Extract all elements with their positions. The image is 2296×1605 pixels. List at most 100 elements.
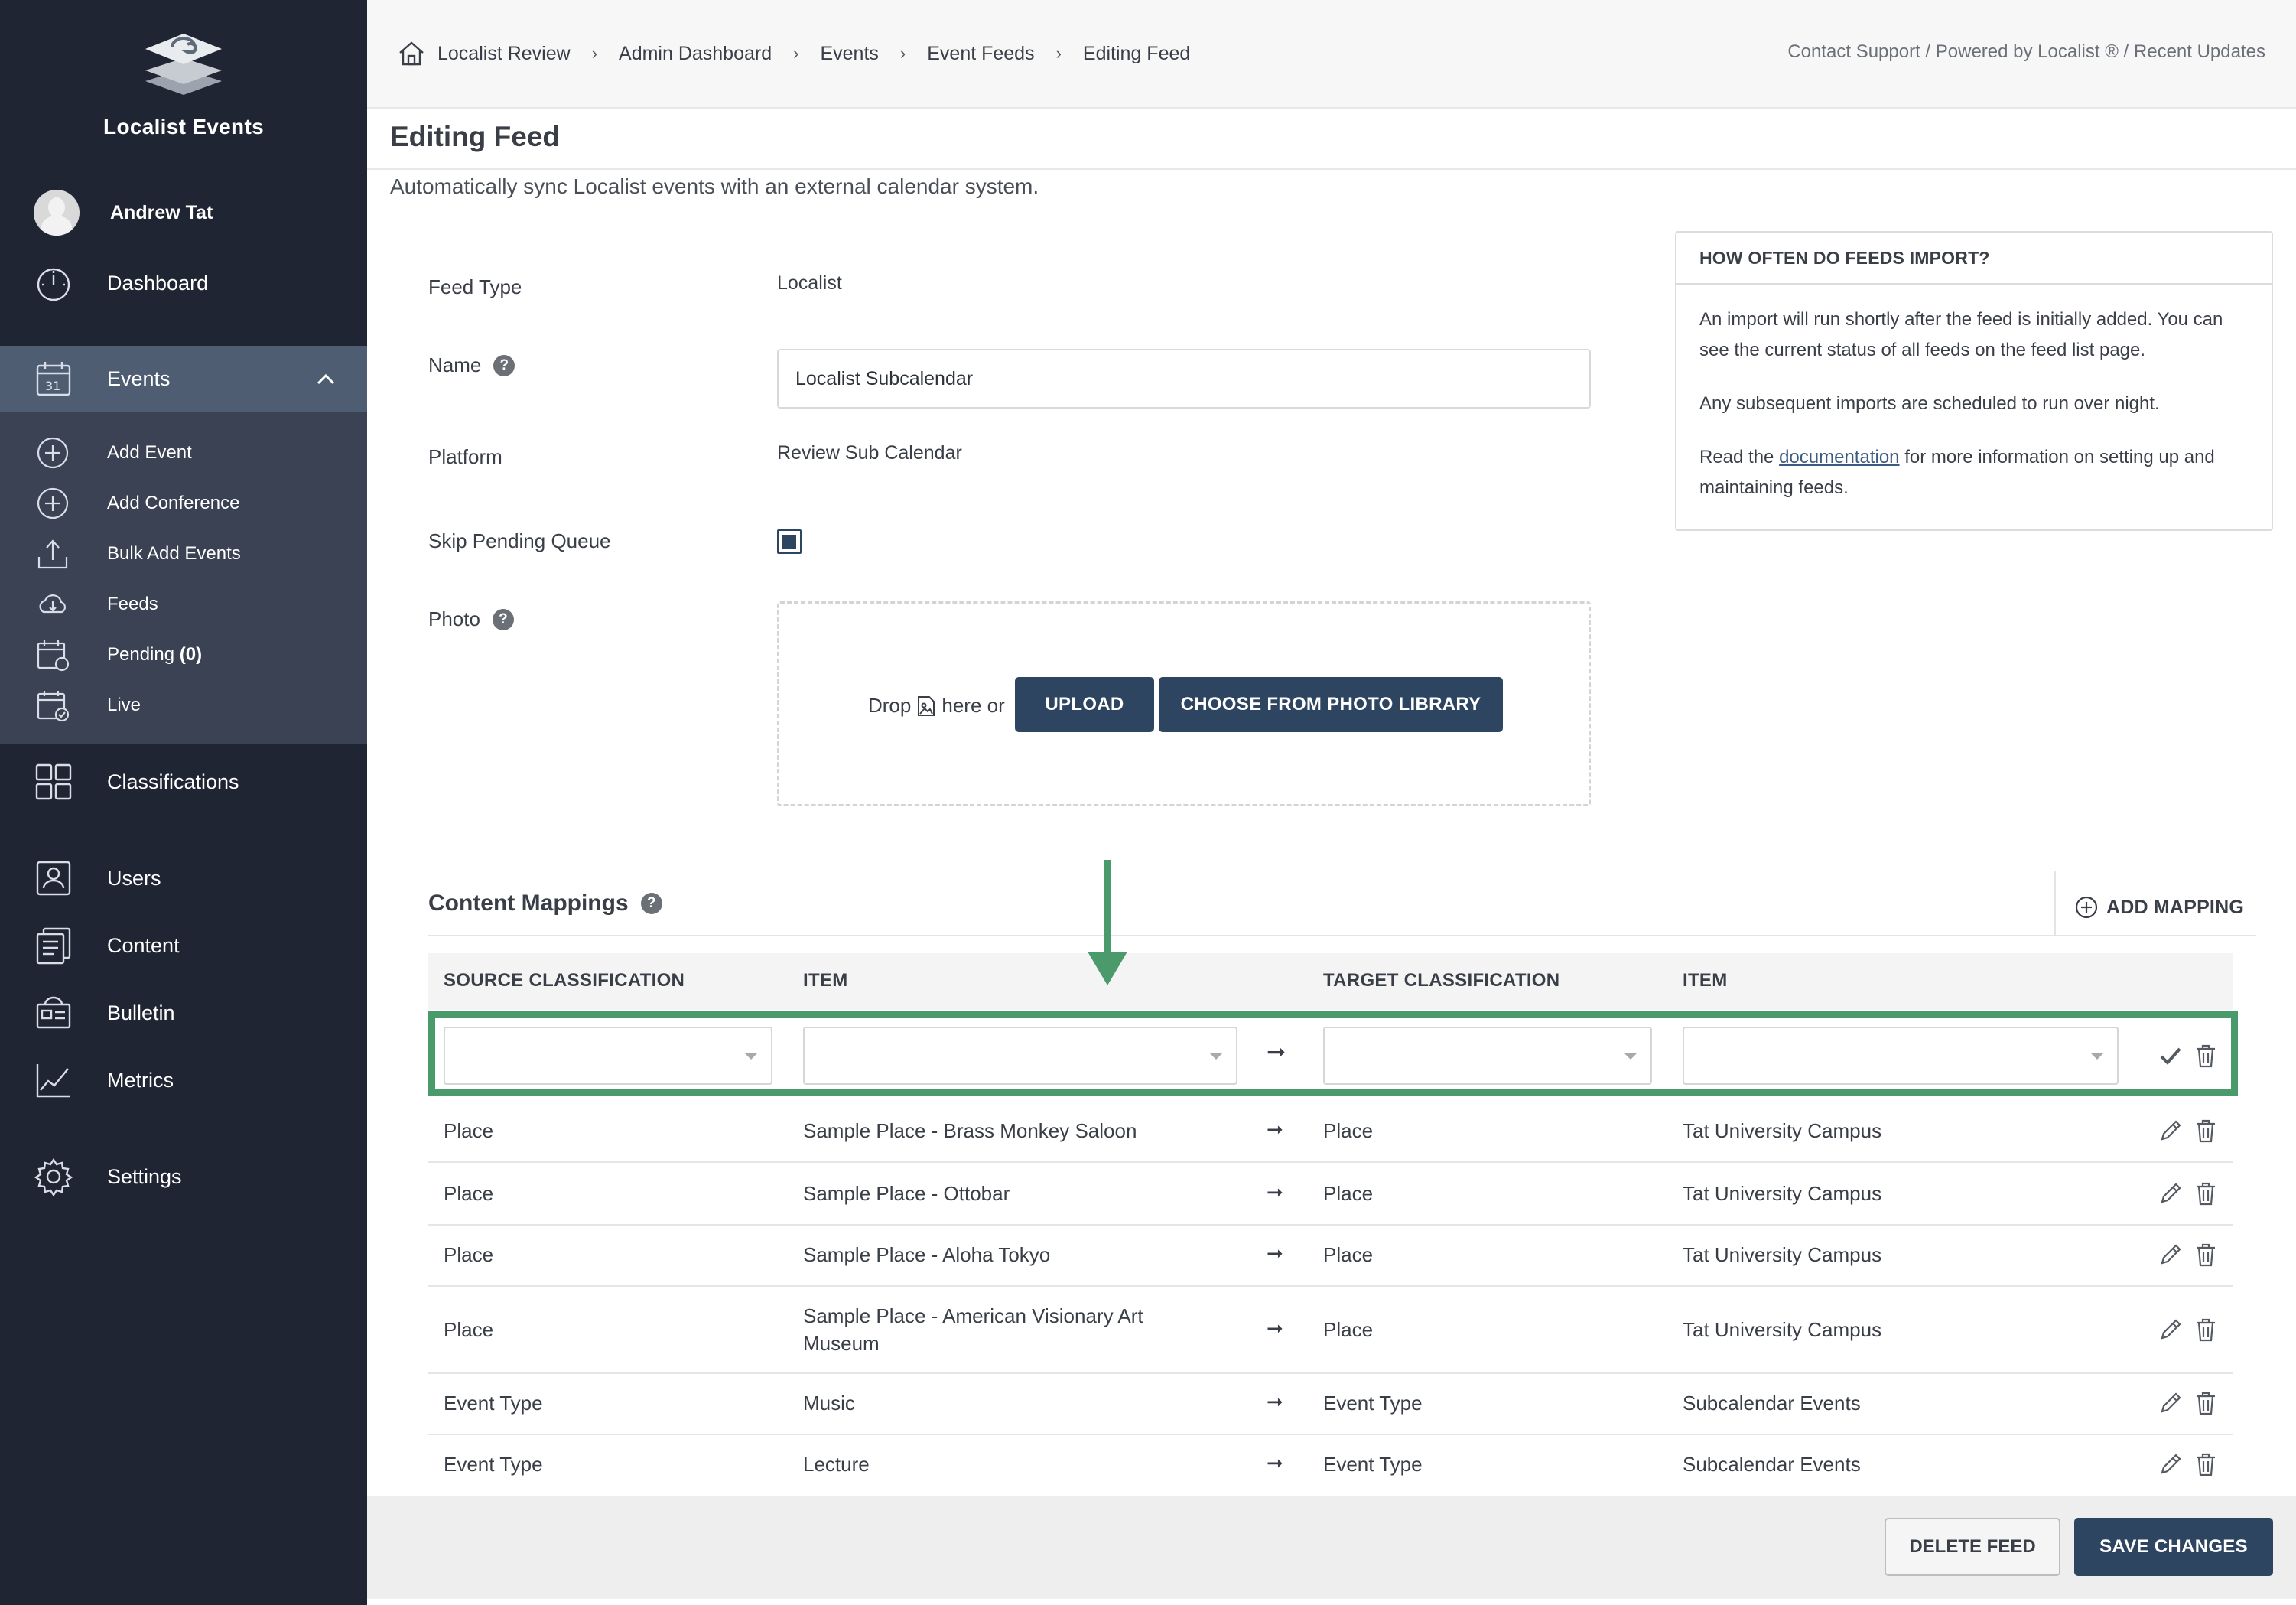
- avatar: [34, 190, 80, 236]
- sidebar-item-dashboard[interactable]: Dashboard: [0, 262, 367, 304]
- trash-icon[interactable]: [2194, 1242, 2218, 1267]
- calendar-icon: 31: [34, 359, 73, 399]
- breadcrumb-separator: ›: [1055, 44, 1062, 63]
- calendar-check-icon: [35, 688, 70, 723]
- edit-icon[interactable]: [2158, 1181, 2183, 1206]
- feed-import-info: HOW OFTEN DO FEEDS IMPORT? An import wil…: [1675, 231, 2273, 531]
- add-mapping-button[interactable]: ADD MAPPING: [2074, 895, 2244, 920]
- edit-icon[interactable]: [2158, 1242, 2183, 1267]
- sidebar-item-label: Add Conference: [107, 493, 240, 513]
- top-links[interactable]: Contact Support / Powered by Localist ® …: [1787, 41, 2265, 63]
- breadcrumb: Localist Review › Admin Dashboard › Even…: [398, 40, 1190, 67]
- info-paragraph: Read the documentation for more informat…: [1699, 447, 2215, 498]
- choose-from-library-button[interactable]: CHOOSE FROM PHOTO LIBRARY: [1159, 677, 1503, 732]
- target-cell: Place: [1323, 1182, 1374, 1205]
- delete-feed-button[interactable]: DELETE FEED: [1885, 1518, 2060, 1576]
- arrow-right-icon: ➞: [1267, 1242, 1283, 1265]
- sidebar-item-label: Bulk Add Events: [107, 543, 241, 564]
- trash-icon[interactable]: [2194, 1317, 2218, 1342]
- arrow-right-icon: ➞: [1267, 1180, 1283, 1203]
- target-item-cell: Tat University Campus: [1683, 1243, 1882, 1266]
- sidebar-item-classifications[interactable]: Classifications: [0, 759, 367, 805]
- plus-circle-icon: [35, 435, 70, 470]
- documentation-link[interactable]: documentation: [1779, 447, 1899, 467]
- column-header: TARGET CLASSIFICATION: [1323, 970, 1560, 991]
- breadcrumb-item[interactable]: Admin Dashboard: [619, 43, 772, 65]
- edit-icon[interactable]: [2158, 1317, 2183, 1342]
- sidebar-item-settings[interactable]: Settings: [0, 1154, 367, 1200]
- item-cell: Sample Place - Aloha Tokyo: [803, 1243, 1051, 1266]
- help-icon[interactable]: ?: [493, 354, 515, 376]
- platform-value: Review Sub Calendar: [777, 442, 962, 464]
- target-item-cell: Tat University Campus: [1683, 1318, 1882, 1341]
- save-changes-button[interactable]: SAVE CHANGES: [2074, 1518, 2273, 1576]
- breadcrumb-item[interactable]: Localist Review: [437, 43, 571, 65]
- sidebar-item-label: Classifications: [107, 770, 239, 793]
- sidebar-item-metrics[interactable]: Metrics: [0, 1057, 367, 1103]
- target-item-cell: Subcalendar Events: [1683, 1453, 1861, 1476]
- arrow-right-icon: ➞: [1267, 1451, 1283, 1474]
- svg-text:31: 31: [45, 379, 60, 393]
- breadcrumb-item[interactable]: Events: [820, 43, 878, 65]
- edit-icon[interactable]: [2158, 1391, 2183, 1415]
- sidebar-item-live[interactable]: Live: [0, 687, 367, 724]
- home-icon[interactable]: [398, 40, 437, 67]
- app-logo[interactable]: Localist Events: [0, 31, 367, 139]
- photo-dropzone[interactable]: Drop here or UPLOAD CHOOSE FROM PHOTO LI…: [777, 601, 1591, 806]
- help-icon[interactable]: ?: [640, 893, 662, 914]
- trash-icon[interactable]: [2194, 1181, 2218, 1206]
- breadcrumb-item[interactable]: Event Feeds: [927, 43, 1034, 65]
- sidebar-item-bulk-add-events[interactable]: Bulk Add Events: [0, 536, 367, 572]
- upload-button[interactable]: UPLOAD: [1015, 677, 1154, 732]
- sidebar-user[interactable]: Andrew Tat: [0, 188, 367, 237]
- sidebar-item-add-event[interactable]: Add Event: [0, 435, 367, 471]
- sidebar-item-users[interactable]: Users: [0, 855, 367, 901]
- page-title: Editing Feed: [390, 121, 560, 152]
- sidebar-item-content[interactable]: Content: [0, 923, 367, 969]
- annotation-arrow-icon: [1088, 860, 1127, 985]
- image-file-icon: [918, 695, 935, 716]
- help-icon[interactable]: ?: [492, 608, 514, 630]
- sidebar-item-bulletin[interactable]: Bulletin: [0, 990, 367, 1036]
- app-name: Localist Events: [103, 115, 264, 138]
- localist-logo-icon: [145, 34, 222, 95]
- item-cell: Lecture: [803, 1453, 870, 1476]
- breadcrumb-current: Editing Feed: [1082, 42, 1191, 64]
- table-row: Place Sample Place - Ottobar ➞ Place Tat…: [428, 1163, 2233, 1226]
- trash-icon[interactable]: [2194, 1391, 2218, 1415]
- sidebar-item-events[interactable]: 31 Events: [0, 346, 367, 412]
- arrow-right-icon: ➞: [1267, 1118, 1283, 1141]
- sidebar-item-add-conference[interactable]: Add Conference: [0, 485, 367, 522]
- document-icon: [34, 926, 73, 965]
- sidebar-item-label: Dashboard: [107, 271, 209, 295]
- item-cell: Music: [803, 1392, 855, 1415]
- info-body: An import will run shortly after the fee…: [1676, 285, 2272, 546]
- trash-icon[interactable]: [2194, 1452, 2218, 1476]
- item-cell: Sample Place - Ottobar: [803, 1182, 1010, 1205]
- edit-icon[interactable]: [2158, 1118, 2183, 1143]
- source-cell: Event Type: [444, 1453, 543, 1476]
- column-header: ITEM: [1683, 970, 1728, 991]
- name-input[interactable]: [777, 349, 1591, 409]
- item-cell: Sample Place - Brass Monkey Saloon: [803, 1119, 1137, 1142]
- platform-label: Platform: [428, 445, 502, 468]
- cloud-icon: [35, 587, 70, 622]
- calendar-clock-icon: [35, 637, 70, 672]
- sidebar-item-feeds[interactable]: Feeds: [0, 586, 367, 623]
- edit-icon[interactable]: [2158, 1452, 2183, 1476]
- info-paragraph: Any subsequent imports are scheduled to …: [1699, 393, 2160, 414]
- sidebar-item-pending[interactable]: Pending (0): [0, 636, 367, 673]
- title-divider: [367, 168, 2296, 170]
- trash-icon[interactable]: [2194, 1118, 2218, 1143]
- target-cell: Place: [1323, 1243, 1374, 1266]
- chart-icon: [34, 1060, 73, 1100]
- arrow-right-icon: ➞: [1267, 1390, 1283, 1413]
- source-cell: Place: [444, 1119, 494, 1142]
- upload-icon: [35, 536, 70, 571]
- breadcrumb-separator: ›: [591, 44, 598, 63]
- table-row: Event Type Lecture ➞ Event Type Subcalen…: [428, 1435, 2233, 1496]
- target-cell: Event Type: [1323, 1453, 1423, 1476]
- chevron-up-icon[interactable]: [315, 369, 337, 390]
- skip-pending-checkbox[interactable]: [777, 529, 802, 554]
- topbar: Localist Review › Admin Dashboard › Even…: [367, 0, 2296, 109]
